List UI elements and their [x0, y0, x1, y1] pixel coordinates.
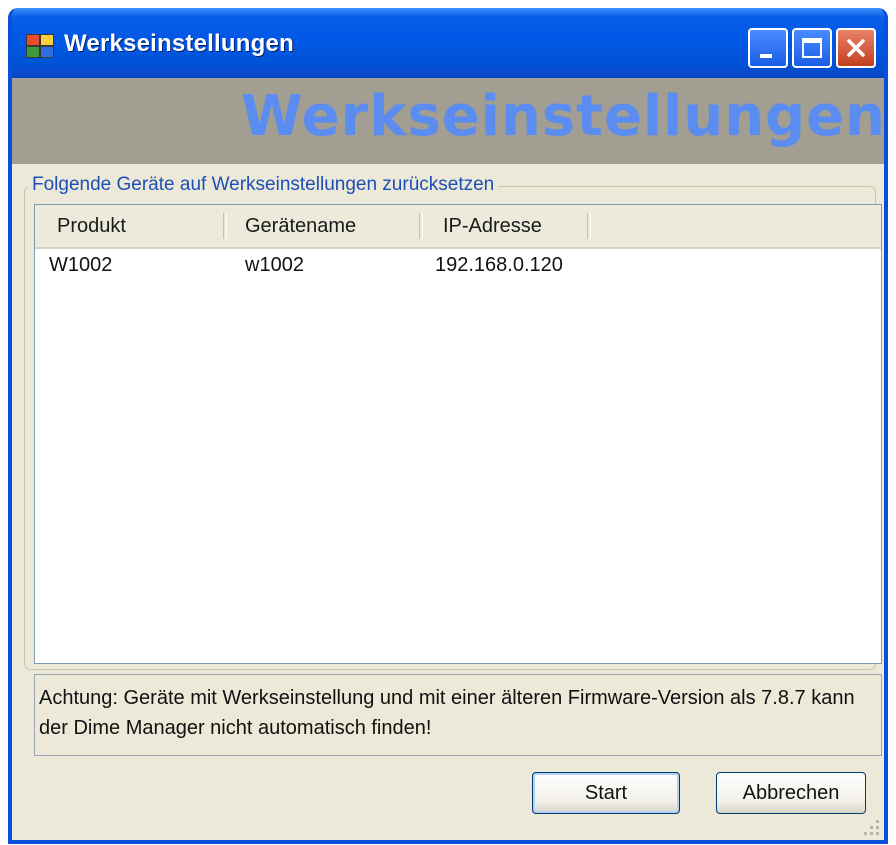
close-button[interactable]	[836, 28, 876, 68]
list-header: Produkt Gerätename IP-Adresse	[35, 205, 881, 249]
column-separator[interactable]	[587, 213, 591, 239]
cell-geraetename: w1002	[245, 254, 304, 276]
cell-produkt: W1002	[49, 254, 113, 276]
warning-note: Achtung: Geräte mit Werkseinstellung und…	[34, 674, 882, 756]
maximize-icon	[802, 38, 822, 58]
column-header-ip-adresse[interactable]: IP-Adresse	[443, 205, 593, 247]
column-header-geraetename[interactable]: Gerätename	[245, 205, 415, 247]
dialog-window: Werkseinstellungen Werkseinstellungen Fo…	[8, 8, 888, 844]
device-listview[interactable]: Produkt Gerätename IP-Adresse W1002 w100…	[34, 204, 882, 664]
cell-ip-adresse: 192.168.0.120	[435, 254, 563, 276]
column-header-produkt[interactable]: Produkt	[57, 205, 217, 247]
column-separator[interactable]	[419, 213, 423, 239]
header-banner: Werkseinstellungen	[12, 78, 884, 164]
table-row[interactable]: W1002 w1002 192.168.0.120	[35, 249, 881, 281]
minimize-button[interactable]	[748, 28, 788, 68]
cancel-button[interactable]: Abbrechen	[716, 772, 866, 814]
start-button[interactable]: Start	[532, 772, 680, 814]
maximize-button[interactable]	[792, 28, 832, 68]
column-separator[interactable]	[223, 213, 227, 239]
groupbox-legend: Folgende Geräte auf Werkseinstellungen z…	[28, 174, 499, 196]
minimize-icon	[760, 54, 772, 58]
banner-title: Werkseinstellungen	[240, 84, 884, 149]
app-window-icon	[26, 34, 54, 58]
title-bar[interactable]: Werkseinstellungen	[12, 8, 884, 78]
resize-grip-icon[interactable]	[862, 818, 880, 836]
window-title: Werkseinstellungen	[64, 30, 294, 57]
close-icon	[847, 39, 865, 57]
